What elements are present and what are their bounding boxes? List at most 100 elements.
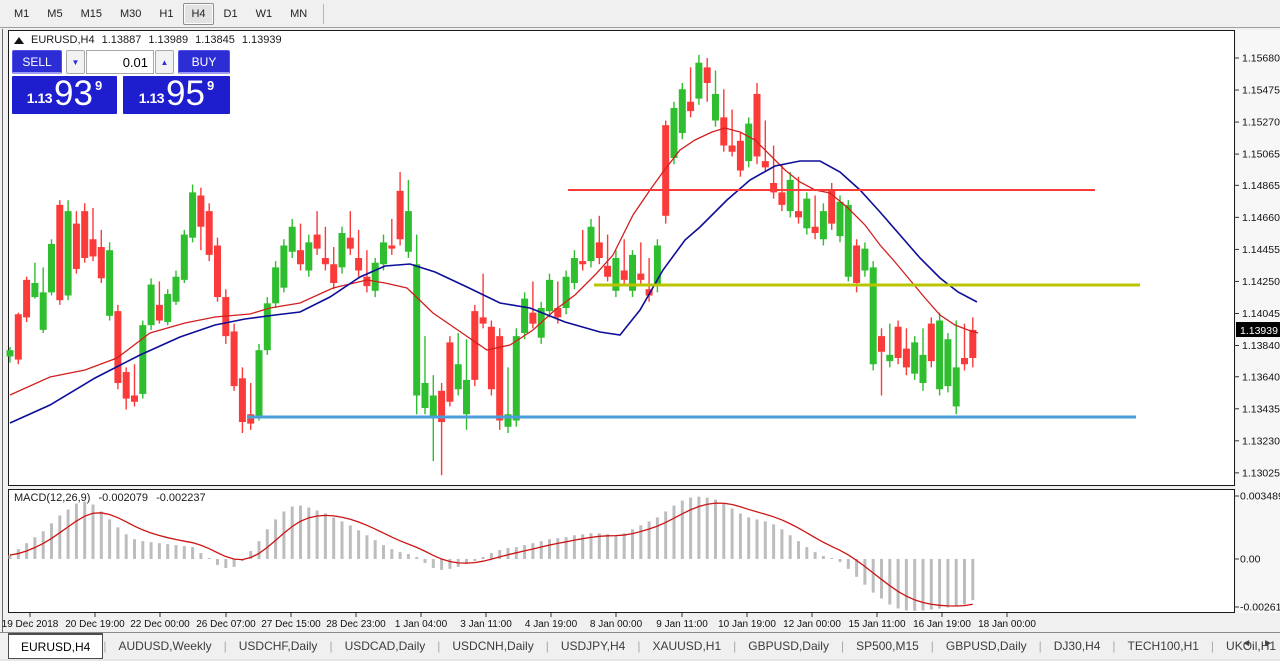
candle-body <box>239 378 246 422</box>
chart-tab-gbpusd-daily[interactable]: GBPUSD,Daily <box>934 633 1039 659</box>
candle-body <box>297 250 304 264</box>
candle-body <box>596 242 603 258</box>
chart-tab-usdcad-daily[interactable]: USDCAD,Daily <box>333 633 438 659</box>
date-axis-label: 8 Jan 00:00 <box>590 619 643 630</box>
candle-body <box>737 141 744 171</box>
chart-tab-gbpusd-daily[interactable]: GBPUSD,Daily <box>736 633 841 659</box>
candle-body <box>355 258 362 271</box>
candle-body <box>687 102 694 111</box>
candle-body <box>56 205 63 300</box>
candle-body <box>156 305 163 321</box>
candle-body <box>861 249 868 271</box>
macd-axis-label: 0.003489 <box>1240 491 1280 503</box>
candle-body <box>712 94 719 121</box>
candle-body <box>820 211 827 239</box>
date-axis-label: 16 Jan 19:00 <box>913 619 971 630</box>
price-axis-label: 1.14250 <box>1242 276 1280 288</box>
candle-body <box>48 244 55 292</box>
date-axis-label: 3 Jan 11:00 <box>460 619 512 630</box>
candle-body <box>604 266 611 277</box>
candle-body <box>98 247 105 278</box>
price-axis-label: 1.14045 <box>1242 308 1280 320</box>
date-axis-label: 1 Jan 04:00 <box>395 619 448 630</box>
candle-body <box>778 192 785 205</box>
candle-body <box>671 108 678 158</box>
candle-body <box>214 246 221 298</box>
candle-body <box>339 233 346 267</box>
candle-body <box>529 313 536 324</box>
candle-body <box>380 242 387 264</box>
candle-body <box>845 205 852 277</box>
candle-body <box>131 396 138 402</box>
date-axis-label: 9 Jan 11:00 <box>656 619 708 630</box>
chart-tab-tech100-h1[interactable]: TECH100,H1 <box>1116 633 1211 659</box>
candle-body <box>314 235 321 249</box>
chart-tab-usdchf-daily[interactable]: USDCHF,Daily <box>227 633 330 659</box>
tab-scroll-left-icon[interactable]: ◄ <box>1238 634 1254 653</box>
candle-body <box>123 372 130 399</box>
candle-body <box>31 283 38 297</box>
chart-tab-usdjpy-h4[interactable]: USDJPY,H4 <box>549 633 637 659</box>
candle-body <box>886 355 893 361</box>
candle-body <box>903 349 910 368</box>
candle-body <box>745 124 752 162</box>
price-axis-label: 1.14660 <box>1242 212 1280 224</box>
chart-tab-sp500-m15[interactable]: SP500,M15 <box>844 633 931 659</box>
chart-tab-usdcnh-daily[interactable]: USDCNH,Daily <box>440 633 545 659</box>
price-axis-label: 1.13230 <box>1242 435 1280 447</box>
candle-body <box>546 280 553 311</box>
candle-body <box>762 161 769 167</box>
candle-body <box>878 336 885 352</box>
chart-tab-eurusd-h4[interactable]: EURUSD,H4 <box>8 633 103 659</box>
candle-body <box>231 331 238 386</box>
price-axis-label: 1.15475 <box>1242 85 1280 97</box>
chart-tab-dj30-h4[interactable]: DJ30,H4 <box>1042 633 1113 659</box>
price-axis-label: 1.15680 <box>1242 53 1280 65</box>
candle-body <box>256 350 263 416</box>
macd-axis-label: -0.002617 <box>1240 602 1280 614</box>
candle-body <box>139 325 146 394</box>
price-axis-label: 1.14865 <box>1242 180 1280 192</box>
tab-scroll-right-icon[interactable]: ► <box>1260 634 1276 653</box>
chart-tab-xauusd-h1[interactable]: XAUUSD,H1 <box>640 633 733 659</box>
date-axis-label: 10 Jan 19:00 <box>718 619 776 630</box>
candle-body <box>920 355 927 383</box>
candle-body <box>787 180 794 211</box>
candle-body <box>148 285 155 326</box>
chart-tab-audusd-weekly[interactable]: AUDUSD,Weekly <box>106 633 223 659</box>
chart-tab-bar: EURUSD,H4|AUDUSD,Weekly|USDCHF,Daily|USD… <box>0 632 1280 659</box>
candle-body <box>164 294 171 322</box>
candle-body <box>928 324 935 362</box>
candle-body <box>40 292 47 330</box>
candle-body <box>197 196 204 227</box>
candle-body <box>521 299 528 333</box>
candle-body <box>471 311 478 380</box>
price-axis-label: 1.13640 <box>1242 371 1280 383</box>
price-axis-label: 1.15065 <box>1242 149 1280 161</box>
date-axis-label: 22 Dec 00:00 <box>130 619 190 630</box>
candle-body <box>173 277 180 302</box>
candle-body <box>322 258 329 264</box>
candle-body <box>513 336 520 420</box>
candle-body <box>911 342 918 373</box>
candle-body <box>114 311 121 383</box>
price-axis-label: 1.13840 <box>1242 340 1280 352</box>
candle-body <box>272 267 279 303</box>
candle-body <box>795 211 802 217</box>
date-axis-label: 4 Jan 19:00 <box>525 619 578 630</box>
date-axis-label: 20 Dec 19:00 <box>65 619 125 630</box>
candle-body <box>430 396 437 418</box>
candle-body <box>363 277 370 286</box>
price-axis-label: 1.14455 <box>1242 244 1280 256</box>
candle-body <box>189 192 196 237</box>
candle-body <box>305 242 312 270</box>
candle-body <box>637 274 644 280</box>
chart-canvas[interactable]: 1.156801.154751.152701.150651.148651.146… <box>0 0 1280 661</box>
candle-body <box>803 199 810 229</box>
candle-body <box>588 227 595 261</box>
price-axis-label: 1.13435 <box>1242 403 1280 415</box>
date-axis-label: 18 Jan 00:00 <box>978 619 1036 630</box>
candle-body <box>870 267 877 364</box>
candle-body <box>7 350 14 356</box>
candle-body <box>704 67 711 83</box>
